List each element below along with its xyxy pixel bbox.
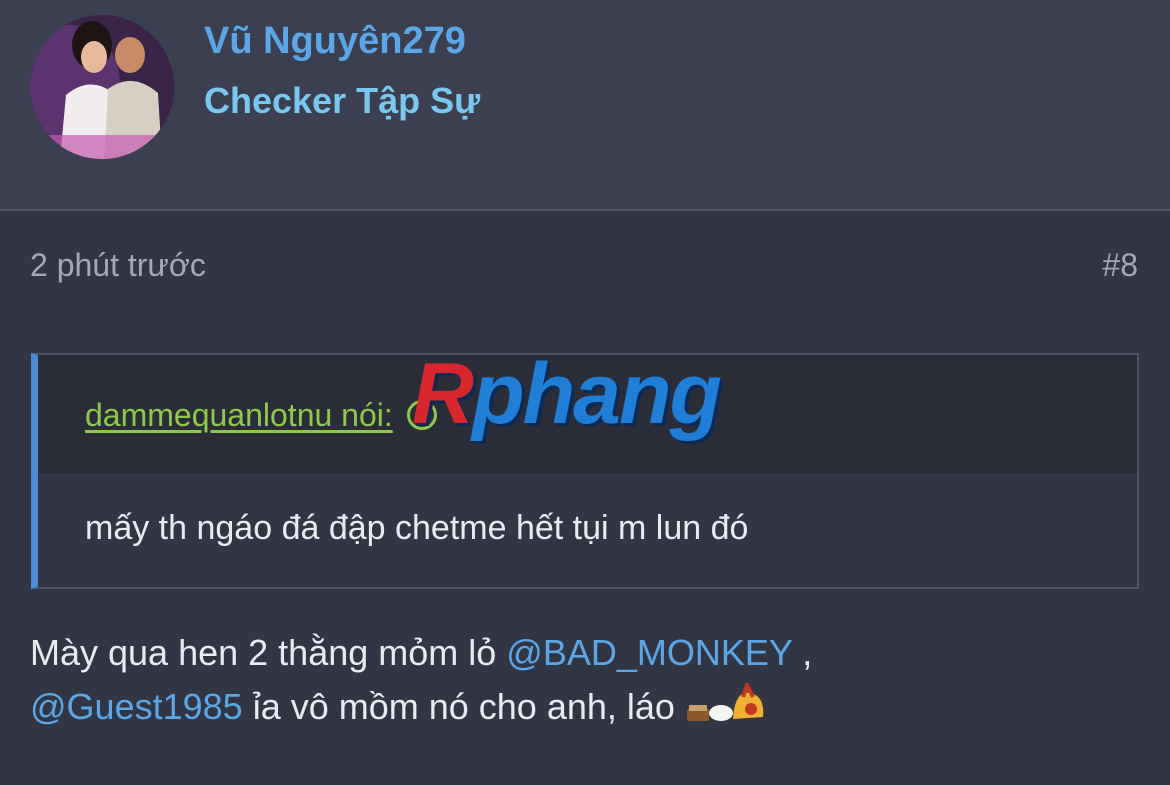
username[interactable]: Vũ Nguyên279 [204, 20, 466, 63]
mention-link[interactable]: @BAD_MONKEY [506, 632, 792, 673]
smiley-icon [685, 679, 769, 727]
post-number[interactable]: #8 [1102, 247, 1138, 284]
quote-author-link[interactable]: dammequanlotnu nói: [85, 397, 437, 434]
avatar[interactable] [30, 15, 174, 159]
message-text: Mày qua hen 2 thằng mỏm lỏ [30, 632, 507, 673]
message-text: ỉa vô mồm nó cho anh, láo [242, 686, 685, 727]
user-header: Vũ Nguyên279 Checker Tập Sự [0, 0, 1170, 211]
quote-header: dammequanlotnu nói: [38, 355, 1137, 473]
post-timestamp[interactable]: 2 phút trước [30, 247, 206, 284]
jump-to-quote-icon[interactable] [406, 400, 437, 430]
quote-block: dammequanlotnu nói: mấy th ngáo đá đập c… [31, 353, 1139, 589]
user-title: Checker Tập Sự [204, 80, 481, 121]
post-message: Mày qua hen 2 thằng mỏm lỏ @BAD_MONKEY ,… [30, 626, 1140, 734]
quote-text: mấy th ngáo đá đập chetme hết tụi m lun … [85, 509, 749, 547]
message-text: , [792, 632, 813, 673]
avatar-image [30, 15, 174, 159]
mention-link[interactable]: @Guest1985 [30, 686, 243, 727]
quote-author-label: dammequanlotnu nói: [85, 397, 393, 433]
